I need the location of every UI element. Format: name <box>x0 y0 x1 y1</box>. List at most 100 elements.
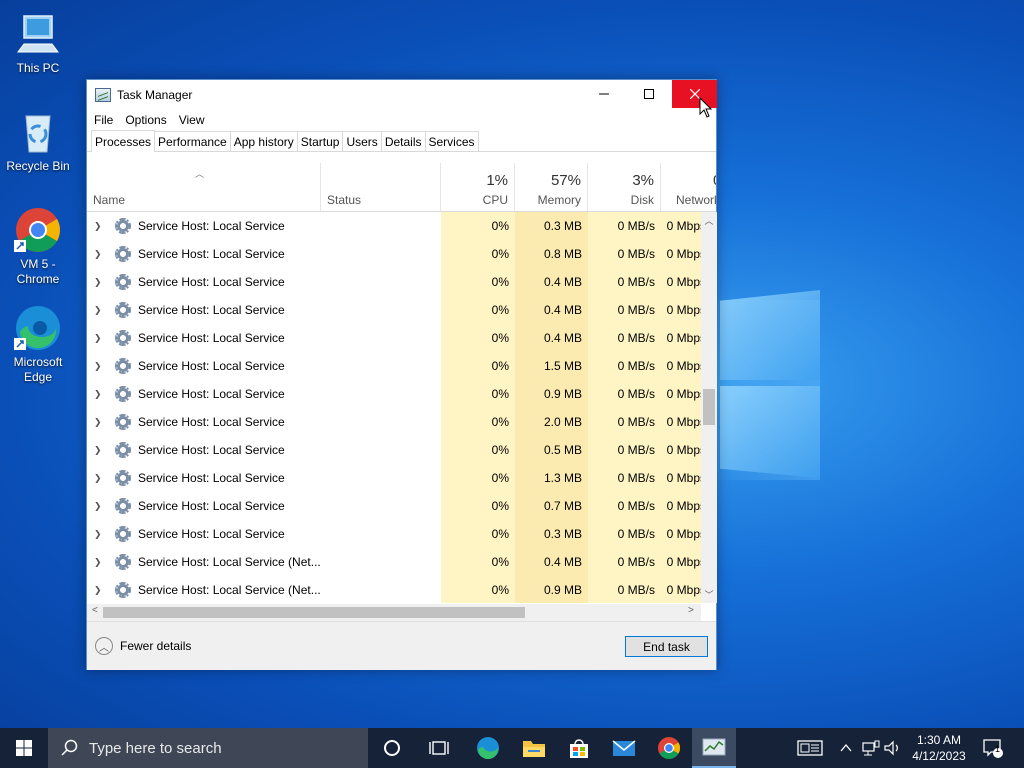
expand-chevron-icon[interactable]: ❯ <box>94 268 102 296</box>
table-row[interactable]: ❯ Service Host: Local Service 0% 2.0 MB 0 MB… <box>87 408 716 436</box>
service-gear-icon <box>115 358 131 374</box>
vertical-scrollbar[interactable]: ︿ ﹀ <box>701 212 717 603</box>
taskbar-search-box[interactable]: Type here to search <box>48 728 368 768</box>
expand-chevron-icon[interactable]: ❯ <box>94 212 102 240</box>
maximize-button[interactable] <box>626 80 671 108</box>
desktop-icon-vm5-chrome[interactable]: VM 5 - Chrome <box>0 206 76 287</box>
end-task-button[interactable]: End task <box>625 636 708 657</box>
expand-chevron-icon[interactable]: ❯ <box>94 240 102 268</box>
notification-center-button[interactable]: 1 <box>982 728 1004 768</box>
expand-chevron-icon[interactable]: ❯ <box>94 324 102 352</box>
table-row[interactable]: ❯ Service Host: Local Service 0% 0.9 MB 0 MB… <box>87 380 716 408</box>
table-row[interactable]: ❯ Service Host: Local Service (Net... 0% 0.… <box>87 548 716 576</box>
task-view-icon[interactable] <box>417 728 461 768</box>
process-name: Service Host: Local Service <box>138 527 285 541</box>
table-row[interactable]: ❯ Service Host: Local Service 0% 0.7 MB 0 MB… <box>87 492 716 520</box>
column-header-memory[interactable]: 57% Memory <box>515 163 588 211</box>
tab-startup[interactable]: Startup <box>296 131 344 151</box>
start-button[interactable] <box>0 728 48 768</box>
table-row[interactable]: ❯ Service Host: Local Service 0% 0.8 MB 0 MB… <box>87 240 716 268</box>
edge-icon[interactable] <box>466 728 510 768</box>
table-row[interactable]: ❯ Service Host: Local Service 0% 0.5 MB 0 MB… <box>87 436 716 464</box>
tab-users[interactable]: Users <box>342 131 382 151</box>
tab-services[interactable]: Services <box>424 131 479 151</box>
table-row[interactable]: ❯ Service Host: Local Service 0% 0.3 MB 0 MB… <box>87 212 716 240</box>
disk-total-percent: 3% <box>632 172 654 189</box>
vertical-scroll-thumb[interactable] <box>703 389 715 425</box>
volume-icon[interactable] <box>884 728 902 768</box>
tab-app-history[interactable]: App history <box>229 131 298 151</box>
menu-options[interactable]: Options <box>125 113 166 127</box>
expand-chevron-icon[interactable]: ❯ <box>94 548 102 576</box>
horizontal-scroll-thumb[interactable] <box>103 607 525 618</box>
cpu-cell: 0% <box>441 464 515 492</box>
expand-chevron-icon[interactable]: ❯ <box>94 576 102 603</box>
expand-chevron-icon[interactable]: ❯ <box>94 408 102 436</box>
task-manager-taskbar-icon[interactable] <box>692 728 736 768</box>
process-name: Service Host: Local Service <box>138 499 285 513</box>
table-row[interactable]: ❯ Service Host: Local Service (Net... 0% 0.… <box>87 576 716 603</box>
process-name: Service Host: Local Service <box>138 443 285 457</box>
search-icon <box>61 739 78 756</box>
expand-chevron-icon[interactable]: ❯ <box>94 520 102 548</box>
disk-cell: 0 MB/s <box>588 492 661 520</box>
desktop-icon-label: This PC <box>16 61 60 75</box>
memory-cell: 1.5 MB <box>515 352 588 380</box>
title-bar[interactable]: Task Manager <box>87 80 717 110</box>
table-row[interactable]: ❯ Service Host: Local Service 0% 0.3 MB 0 MB… <box>87 520 716 548</box>
cpu-cell: 0% <box>441 408 515 436</box>
mail-icon[interactable] <box>602 728 646 768</box>
expand-chevron-icon[interactable]: ❯ <box>94 464 102 492</box>
cortana-icon[interactable] <box>370 728 414 768</box>
network-icon[interactable] <box>862 728 880 768</box>
column-header-network[interactable]: 0% Network <box>661 163 716 211</box>
table-row[interactable]: ❯ Service Host: Local Service 0% 1.5 MB 0 MB… <box>87 352 716 380</box>
desktop-icon-microsoft-edge[interactable]: Microsoft Edge <box>0 304 76 385</box>
expand-chevron-icon[interactable]: ❯ <box>94 380 102 408</box>
horizontal-scrollbar[interactable]: < > <box>87 604 701 621</box>
table-row[interactable]: ❯ Service Host: Local Service 0% 0.4 MB 0 MB… <box>87 296 716 324</box>
menu-file[interactable]: File <box>94 113 113 127</box>
show-hidden-icons-icon[interactable] <box>840 728 852 768</box>
expand-chevron-icon[interactable]: ❯ <box>94 492 102 520</box>
memory-cell: 2.0 MB <box>515 408 588 436</box>
file-explorer-icon[interactable] <box>512 728 556 768</box>
table-row[interactable]: ❯ Service Host: Local Service 0% 0.4 MB 0 MB… <box>87 268 716 296</box>
disk-cell: 0 MB/s <box>588 520 661 548</box>
desktop-icon-recycle-bin[interactable]: Recycle Bin <box>0 108 76 174</box>
column-header-cpu[interactable]: 1% CPU <box>441 163 515 211</box>
footer-bar: ︿ Fewer details End task <box>87 621 716 670</box>
system-clock[interactable]: 1:30 AM 4/12/2023 <box>904 732 974 764</box>
chrome-icon[interactable] <box>647 728 691 768</box>
column-header-disk[interactable]: 3% Disk <box>588 163 661 211</box>
fewer-details-toggle[interactable]: ︿ Fewer details <box>95 637 191 655</box>
news-widget-icon[interactable] <box>797 728 823 768</box>
expand-chevron-icon[interactable]: ❯ <box>94 436 102 464</box>
scroll-right-icon[interactable]: > <box>688 605 694 616</box>
cpu-cell: 0% <box>441 324 515 352</box>
column-header-name[interactable]: ︿ Name <box>87 163 321 211</box>
scroll-left-icon[interactable]: < <box>92 605 98 616</box>
store-icon[interactable] <box>557 728 601 768</box>
tab-processes[interactable]: Processes <box>91 130 156 152</box>
disk-cell: 0 MB/s <box>588 352 661 380</box>
column-header-status[interactable]: Status <box>321 163 441 211</box>
chrome-shortcut-icon <box>14 206 62 254</box>
process-name-cell: ❯ Service Host: Local Service <box>87 436 321 464</box>
expand-chevron-icon[interactable]: ❯ <box>94 352 102 380</box>
desktop-icon-this-pc[interactable]: This PC <box>0 10 76 76</box>
disk-cell: 0 MB/s <box>588 324 661 352</box>
memory-cell: 0.3 MB <box>515 520 588 548</box>
task-manager-icon <box>95 88 111 102</box>
minimize-button[interactable] <box>581 80 626 108</box>
scroll-down-icon[interactable]: ﹀ <box>701 588 717 601</box>
menu-view[interactable]: View <box>179 113 205 127</box>
table-row[interactable]: ❯ Service Host: Local Service 0% 0.4 MB 0 MB… <box>87 324 716 352</box>
scroll-up-icon[interactable]: ︿ <box>701 214 717 227</box>
tab-details[interactable]: Details <box>380 131 426 151</box>
process-table: ︿ Name Status 1% CPU 57% Memory 3% Disk … <box>87 163 716 603</box>
expand-chevron-icon[interactable]: ❯ <box>94 296 102 324</box>
table-row[interactable]: ❯ Service Host: Local Service 0% 1.3 MB 0 MB… <box>87 464 716 492</box>
tab-performance[interactable]: Performance <box>154 131 231 151</box>
disk-cell: 0 MB/s <box>588 436 661 464</box>
